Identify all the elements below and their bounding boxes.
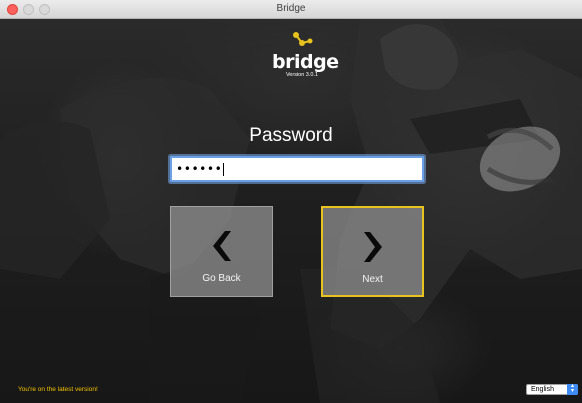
next-label: Next xyxy=(362,274,383,285)
language-select[interactable]: English ▴ ▾ xyxy=(526,383,578,395)
chevron-left-icon xyxy=(212,231,231,261)
go-back-button[interactable]: Go Back xyxy=(170,206,273,297)
language-selected-value: English xyxy=(531,386,554,393)
version-label: Version 3.0.1 xyxy=(285,72,319,78)
chevron-right-icon xyxy=(363,232,382,262)
password-mask: •••••• xyxy=(176,162,223,176)
logo-wordmark: bridge xyxy=(272,51,339,73)
window-title: Bridge xyxy=(276,3,306,14)
molecule-icon xyxy=(293,32,313,46)
select-stepper-icon: ▴ ▾ xyxy=(567,383,578,395)
next-button[interactable]: Next xyxy=(321,206,424,297)
update-status: You're on the latest version! xyxy=(18,386,98,393)
text-caret xyxy=(223,162,225,176)
bridge-logo: bridge Version 3.0.1 xyxy=(272,31,339,79)
password-input[interactable]: •••••• xyxy=(170,156,424,182)
go-back-label: Go Back xyxy=(202,273,241,284)
window-titlebar: Bridge xyxy=(0,0,582,19)
page-title: Password xyxy=(249,125,333,146)
login-stage: bridge Version 3.0.1 Password •••••• Go … xyxy=(0,19,582,403)
